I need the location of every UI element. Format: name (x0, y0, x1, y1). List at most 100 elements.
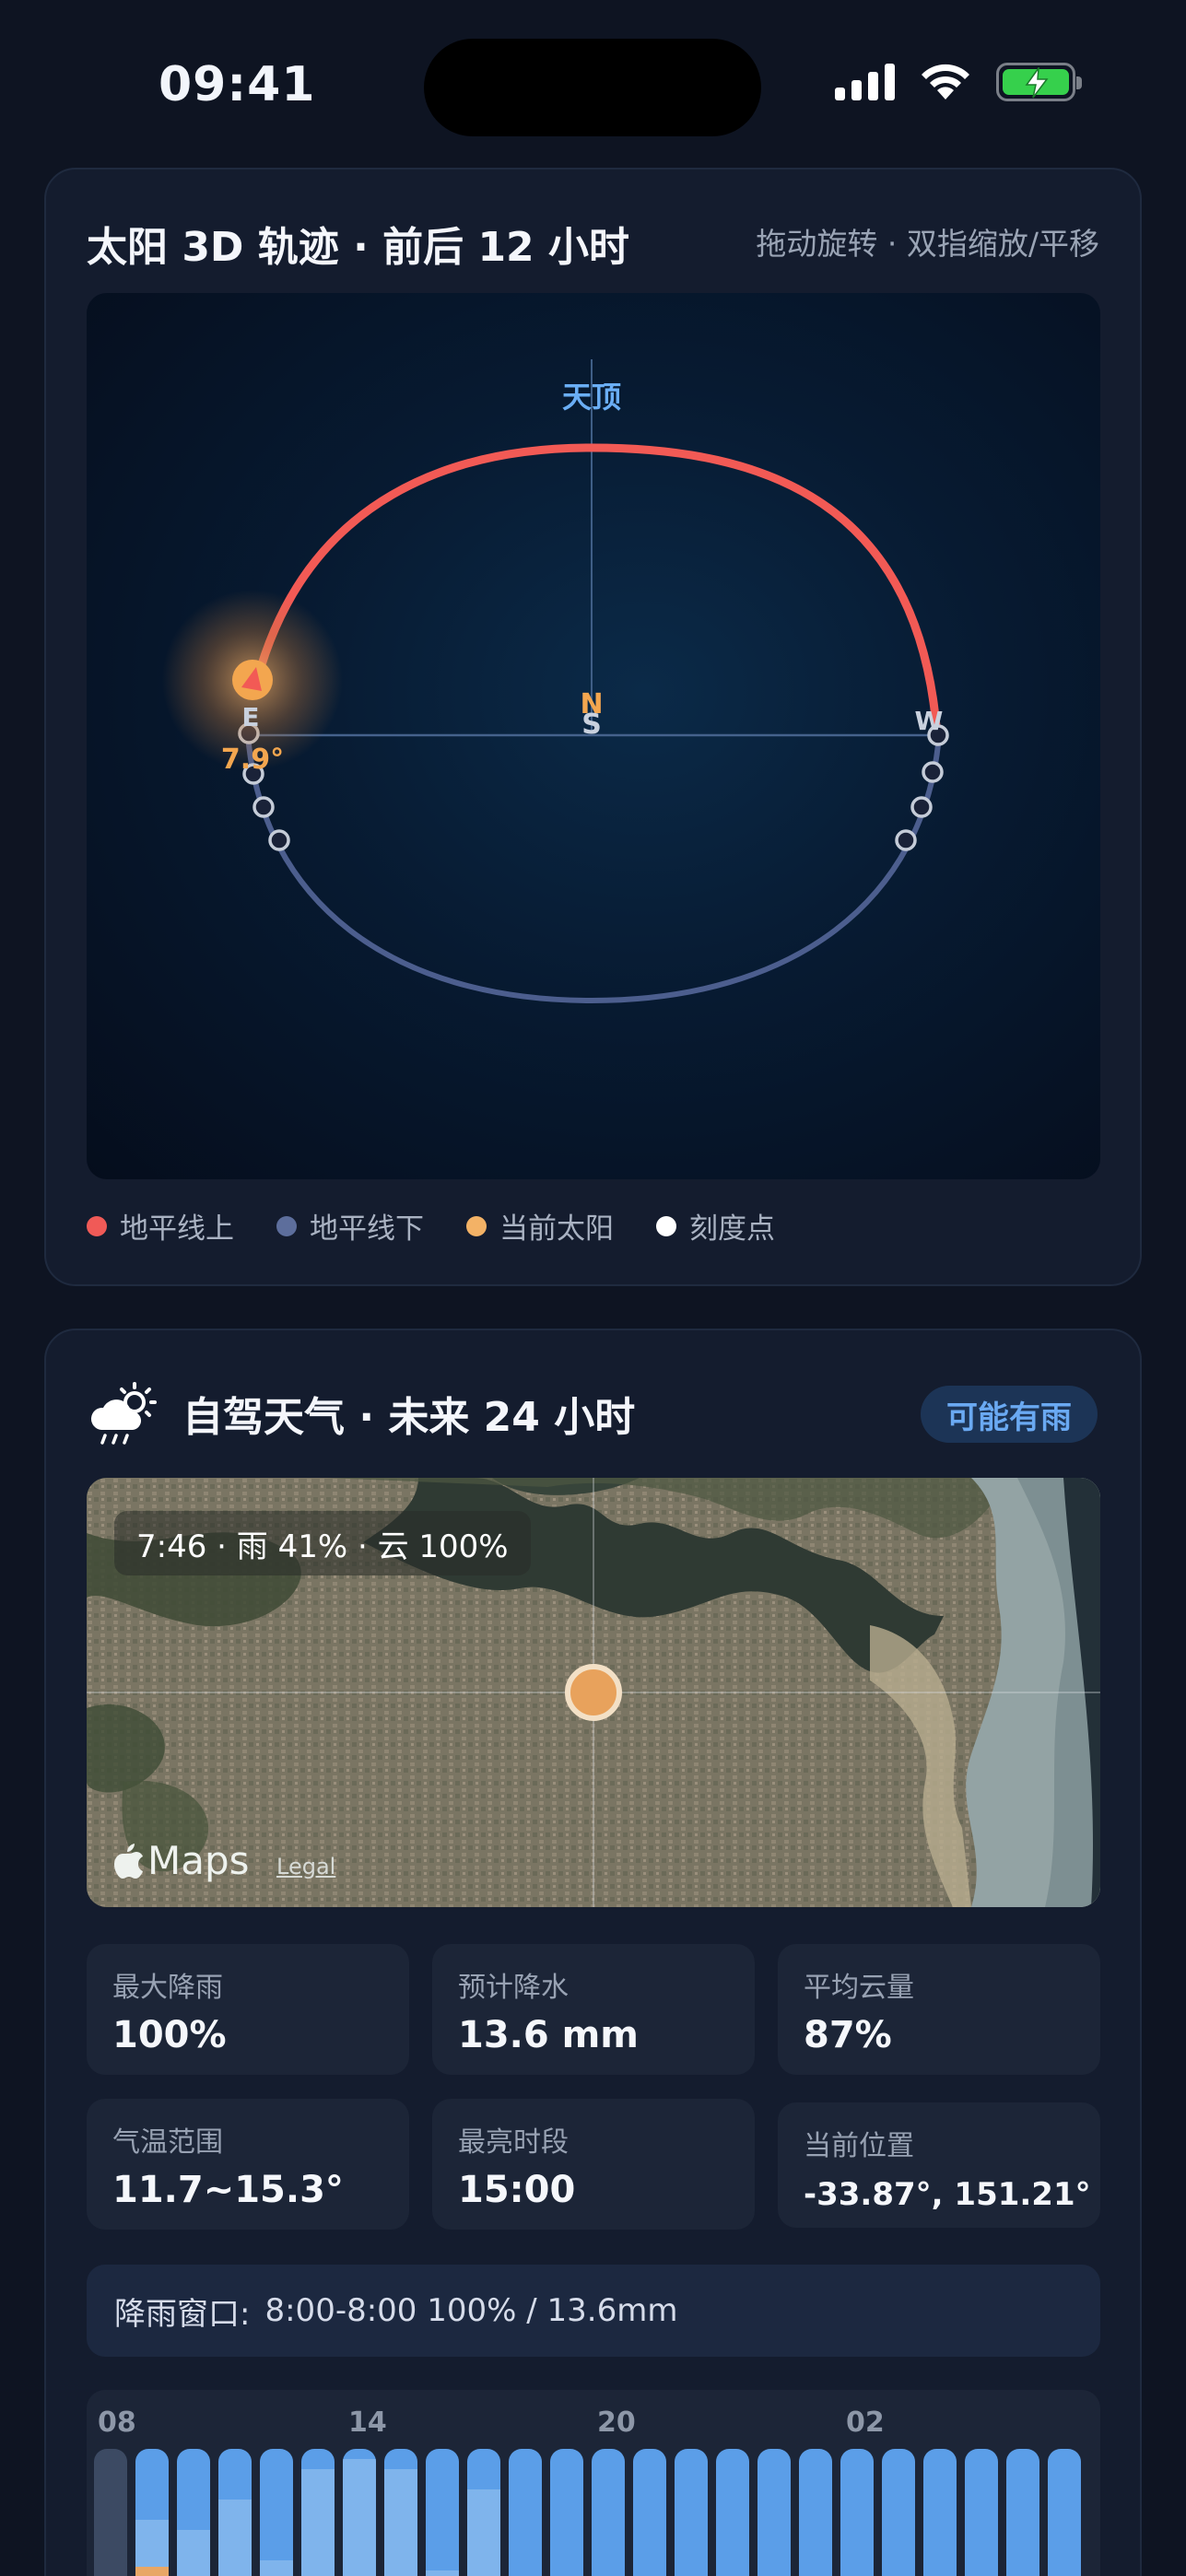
hour-bar[interactable] (675, 2449, 708, 2576)
hour-bar[interactable] (177, 2449, 210, 2576)
hour-bar[interactable] (1048, 2449, 1081, 2576)
stat-value: 87% (804, 2014, 892, 2056)
compass-west: W (915, 706, 944, 736)
legal-link[interactable]: Legal (276, 1854, 335, 1879)
legend-item: 刻度点 (656, 1205, 775, 1247)
rain-window-value: 8:00-8:00 100% / 13.6mm (264, 2292, 678, 2329)
map-overlay-label: 7:46 · 雨 41% · 云 100% (114, 1511, 531, 1575)
cloud-fill (301, 2469, 335, 2576)
cloud-fill (177, 2530, 210, 2576)
stat-label: 当前位置 (804, 2130, 914, 2162)
hour-bar[interactable] (384, 2449, 417, 2576)
cloud-fill (384, 2469, 417, 2576)
above-horizon-arc (252, 443, 941, 731)
cloud-sun-rain-icon (90, 1382, 157, 1445)
wifi-icon (922, 64, 969, 100)
hour-bar[interactable] (509, 2449, 542, 2576)
legend-label: 地平线上 (120, 1212, 234, 1246)
rain-window-row: 降雨窗口: 8:00-8:00 100% / 13.6mm (87, 2265, 1100, 2357)
hour-bar[interactable] (426, 2449, 459, 2576)
stat-value: 11.7~15.3° (112, 2169, 344, 2211)
hour-bar[interactable] (135, 2449, 169, 2576)
stat-temp-range: 气温范围 11.7~15.3° (87, 2099, 409, 2230)
sun-3d-view[interactable]: 天顶 N S E W 7.9° (87, 293, 1100, 1179)
hour-bar[interactable] (301, 2449, 335, 2576)
below-horizon-arc (245, 734, 942, 1004)
cloud-fill (343, 2459, 376, 2576)
hour-bar[interactable] (260, 2449, 293, 2576)
hour-bar[interactable] (799, 2449, 832, 2576)
legend-label: 地平线下 (310, 1212, 424, 1246)
legend-label: 当前太阳 (499, 1212, 614, 1246)
stat-label: 气温范围 (112, 2126, 223, 2159)
clock: 09:41 (159, 57, 316, 112)
satellite-map[interactable]: 7:46 · 雨 41% · 云 100% Maps Legal (87, 1478, 1100, 1907)
hour-label: 14 (348, 2406, 387, 2439)
stat-value: 100% (112, 2014, 227, 2056)
hour-bar[interactable] (467, 2449, 500, 2576)
hour-bar[interactable] (965, 2449, 998, 2576)
hour-bar[interactable] (757, 2449, 791, 2576)
hour-label: 20 (597, 2406, 636, 2439)
card-title: 自驾天气 · 未来 24 小时 (182, 1394, 636, 1441)
battery-charging-icon (996, 63, 1082, 101)
status-bar: 09:41 (0, 0, 1186, 166)
card-title: 太阳 3D 轨迹 · 前后 12 小时 (87, 224, 629, 271)
compass-east: E (241, 702, 259, 732)
stat-label: 最大降雨 (112, 1972, 223, 2004)
driving-weather-card: 自驾天气 · 未来 24 小时 可能有雨 7:46 · 雨 41% · 云 10… (44, 1329, 1142, 2576)
stat-avg-cloud: 平均云量 87% (778, 1944, 1100, 2075)
rain-status-badge: 可能有雨 (921, 1386, 1098, 1443)
stat-value: 13.6 mm (458, 2014, 639, 2056)
hourly-forecast-bars[interactable]: 08 14 20 02 (87, 2390, 1100, 2576)
hour-bar[interactable] (550, 2449, 583, 2576)
stat-expected-precip: 预计降水 13.6 mm (432, 1944, 755, 2075)
legend-item: 地平线下 (276, 1205, 424, 1247)
status-icons (835, 63, 1082, 101)
maps-label: Maps (147, 1838, 250, 1883)
legend-dot (87, 1215, 107, 1236)
hour-bar[interactable] (94, 2449, 127, 2576)
stat-label: 最亮时段 (458, 2126, 569, 2159)
cloud-fill (218, 2500, 252, 2576)
legend-dot (656, 1215, 676, 1236)
hour-bar[interactable] (716, 2449, 749, 2576)
hour-label: 08 (98, 2406, 136, 2439)
sun-trajectory-card: 太阳 3D 轨迹 · 前后 12 小时 拖动旋转 · 双指缩放/平移 天顶 N … (44, 168, 1142, 1286)
sun-altitude-label: 7.9° (221, 744, 284, 776)
cloud-fill (467, 2489, 500, 2576)
legend-item: 地平线上 (87, 1205, 234, 1247)
hour-bar[interactable] (218, 2449, 252, 2576)
trajectory-legend: 地平线上 地平线下 当前太阳 刻度点 (87, 1205, 775, 1247)
apple-icon (114, 1843, 143, 1879)
hour-label: 02 (846, 2406, 885, 2439)
compass-south: S (581, 708, 602, 741)
legend-item: 当前太阳 (466, 1205, 614, 1247)
cloud-fill (260, 2560, 293, 2576)
apple-maps-logo: Maps (114, 1838, 250, 1883)
tick-points (238, 722, 949, 851)
stat-value: -33.87°, 151.21° (804, 2176, 1091, 2213)
hour-bar[interactable] (1006, 2449, 1039, 2576)
rain-window-label: 降雨窗口: (114, 2295, 251, 2333)
zenith-label: 天顶 (562, 380, 621, 415)
stat-label: 平均云量 (804, 1972, 914, 2004)
hour-bar[interactable] (592, 2449, 625, 2576)
stat-label: 预计降水 (458, 1972, 569, 2004)
rain-fill (135, 2567, 169, 2576)
hour-bar[interactable] (882, 2449, 915, 2576)
stat-max-rain: 最大降雨 100% (87, 1944, 409, 2075)
stat-brightest-time: 最亮时段 15:00 (432, 2099, 755, 2230)
gesture-hint: 拖动旋转 · 双指缩放/平移 (756, 226, 1099, 262)
legend-dot (466, 1215, 487, 1236)
sun-orbit-scene: 天顶 N S E W 7.9° (162, 359, 949, 1004)
hour-bar[interactable] (633, 2449, 666, 2576)
cellular-signal-icon (835, 64, 895, 100)
hour-bar[interactable] (923, 2449, 957, 2576)
dynamic-island (424, 39, 761, 136)
cloud-fill (426, 2570, 459, 2576)
legend-dot (276, 1215, 297, 1236)
hour-bar[interactable] (840, 2449, 874, 2576)
hour-bar[interactable] (343, 2449, 376, 2576)
location-marker[interactable] (565, 1664, 622, 1721)
